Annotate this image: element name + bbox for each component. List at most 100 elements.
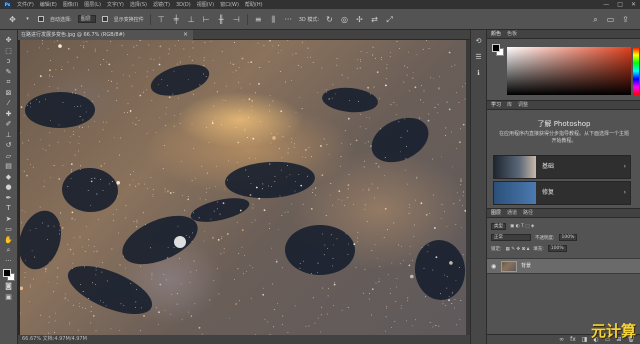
- rectangle-tool-icon[interactable]: ▭: [3, 225, 15, 235]
- 3d-slide-icon[interactable]: ⇄: [370, 15, 379, 24]
- crop-tool-icon[interactable]: ⌗: [3, 78, 15, 88]
- search-icon[interactable]: ⌕: [591, 15, 600, 24]
- zoom-tool-icon[interactable]: ⌕: [3, 246, 15, 256]
- kind-filter-dropdown[interactable]: 类型: [491, 223, 506, 230]
- move-tool-icon[interactable]: ✥: [3, 36, 15, 46]
- healing-brush-tool-icon[interactable]: ✚: [3, 110, 15, 120]
- path-select-tool-icon[interactable]: ➤: [3, 215, 15, 225]
- brush-tool-icon[interactable]: ✐: [3, 120, 15, 130]
- tab-paths[interactable]: 路径: [523, 209, 533, 217]
- align-middle-icon[interactable]: ╪: [172, 15, 181, 24]
- marquee-tool-icon[interactable]: ⬚: [3, 47, 15, 57]
- opacity-input[interactable]: 100%: [558, 234, 578, 241]
- menu-select[interactable]: 选择(S): [130, 1, 147, 8]
- menu-window[interactable]: 窗口(W): [220, 1, 239, 8]
- window-controls: — □ ✕: [603, 1, 636, 8]
- align-top-icon[interactable]: ⊤: [157, 15, 166, 24]
- tab-adjustments[interactable]: 调整: [518, 101, 528, 109]
- menu-image[interactable]: 图像(I): [63, 1, 78, 8]
- fx-icon[interactable]: fx: [570, 336, 576, 343]
- distribute-icon[interactable]: ≡: [254, 15, 263, 24]
- gradient-tool-icon[interactable]: ▤: [3, 162, 15, 172]
- link-icon[interactable]: ∞: [559, 336, 564, 343]
- hand-tool-icon[interactable]: ✋: [3, 236, 15, 246]
- type-tool-icon[interactable]: T: [3, 204, 15, 214]
- align-left-icon[interactable]: ⊢: [202, 15, 211, 24]
- blend-mode-dropdown[interactable]: 正常: [491, 234, 531, 241]
- align-right-icon[interactable]: ⊣: [232, 15, 241, 24]
- history-brush-tool-icon[interactable]: ↺: [3, 141, 15, 151]
- color-picker-field[interactable]: [507, 47, 631, 95]
- more-options-icon[interactable]: ···: [284, 15, 293, 24]
- eyedropper-tool-icon[interactable]: ⁄: [3, 99, 15, 109]
- frame-tool-icon[interactable]: ⊠: [3, 89, 15, 99]
- close-button[interactable]: ✕: [631, 1, 636, 8]
- chevron-down-icon[interactable]: ▾: [23, 15, 32, 24]
- tab-learn[interactable]: 学习: [491, 101, 501, 109]
- layers-panel-tabs: 图层 通道 路径: [487, 209, 640, 218]
- learn-card-fix[interactable]: 修复 ›: [493, 181, 631, 205]
- lock-label: 锁定:: [491, 246, 502, 252]
- canvas-area: [18, 40, 470, 335]
- menu-file[interactable]: 文件(F): [17, 1, 34, 8]
- document-tab[interactable]: 在路进行发展多变色.jpg @ 66.7% (RGB/8#): [18, 30, 193, 40]
- menu-edit[interactable]: 编辑(E): [40, 1, 57, 8]
- distribute-horizontal-icon[interactable]: ⫼: [269, 15, 278, 24]
- workspace-icon[interactable]: ▭: [606, 15, 615, 24]
- menu-filter[interactable]: 滤镜(T): [153, 1, 170, 8]
- lock-icons[interactable]: ▦ ✎ ✥ ⊠ 🔒︎: [506, 246, 530, 252]
- menu-type[interactable]: 文字(Y): [107, 1, 124, 8]
- share-icon[interactable]: ⇪: [621, 15, 630, 24]
- quick-select-tool-icon[interactable]: ✎: [3, 68, 15, 78]
- 3d-scale-icon[interactable]: ⤢: [385, 15, 394, 24]
- tab-swatches[interactable]: 色板: [507, 30, 517, 38]
- menu-help[interactable]: 帮助(H): [245, 1, 263, 8]
- status-bar: 66.67% 文档:4.97M/4.97M: [18, 335, 470, 344]
- blend-row: 正常 不透明度: 100%: [491, 234, 637, 241]
- transform-controls-checkbox[interactable]: [101, 16, 108, 22]
- foreground-color-swatch[interactable]: [2, 269, 11, 277]
- history-panel-icon[interactable]: ⟲: [474, 36, 484, 46]
- tab-libraries[interactable]: 库: [507, 101, 512, 109]
- lasso-tool-icon[interactable]: ↄ: [3, 57, 15, 67]
- fill-input[interactable]: 100%: [547, 245, 567, 252]
- lock-row: 锁定: ▦ ✎ ✥ ⊠ 🔒︎ 填充: 100%: [491, 245, 637, 252]
- 3d-pan-icon[interactable]: ✢: [355, 15, 364, 24]
- 3d-roll-icon[interactable]: ◎: [340, 15, 349, 24]
- dodge-tool-icon[interactable]: ●: [3, 183, 15, 193]
- filter-icons[interactable]: ▣ ◐ T ⬚ ◈: [510, 224, 534, 229]
- layer-row[interactable]: ◉ 背景: [487, 258, 640, 274]
- learn-card-basics[interactable]: 基础 ›: [493, 155, 631, 179]
- quick-mask-icon[interactable]: ◙: [3, 282, 15, 292]
- panel-foreground-swatch[interactable]: [492, 44, 500, 52]
- menu-3d[interactable]: 3D(D): [176, 2, 191, 8]
- eye-icon[interactable]: ◉: [491, 259, 496, 274]
- 3d-rotate-icon[interactable]: ↻: [325, 15, 334, 24]
- more-tools-icon[interactable]: ···: [3, 257, 15, 267]
- color-swatches[interactable]: [2, 269, 15, 281]
- blur-tool-icon[interactable]: ◆: [3, 173, 15, 183]
- pen-tool-icon[interactable]: ✒: [3, 194, 15, 204]
- align-center-icon[interactable]: ╫: [217, 15, 226, 24]
- info-panel-icon[interactable]: ℹ: [474, 68, 484, 78]
- close-tab-icon[interactable]: ×: [183, 30, 188, 40]
- eraser-tool-icon[interactable]: ▱: [3, 152, 15, 162]
- tab-color[interactable]: 颜色: [491, 30, 501, 38]
- document-canvas[interactable]: [20, 40, 466, 335]
- maximize-button[interactable]: □: [617, 1, 623, 8]
- menu-view[interactable]: 视图(V): [197, 1, 214, 8]
- auto-select-checkbox[interactable]: [38, 16, 44, 22]
- auto-select-dropdown[interactable]: 图层: [77, 15, 96, 23]
- properties-panel-icon[interactable]: ☰: [474, 52, 484, 62]
- move-tool-icon[interactable]: ✥: [8, 15, 17, 24]
- hue-slider[interactable]: [633, 47, 639, 95]
- clone-stamp-tool-icon[interactable]: ⊥: [3, 131, 15, 141]
- minimize-button[interactable]: —: [603, 1, 609, 8]
- align-bottom-icon[interactable]: ⊥: [187, 15, 196, 24]
- menu-layer[interactable]: 图层(L): [84, 1, 101, 8]
- tab-layers[interactable]: 图层: [491, 209, 501, 217]
- tab-channels[interactable]: 通道: [507, 209, 517, 217]
- card-label: 修复: [542, 189, 555, 196]
- mask-icon[interactable]: ◨: [582, 336, 588, 343]
- screen-mode-icon[interactable]: ▣: [3, 293, 15, 303]
